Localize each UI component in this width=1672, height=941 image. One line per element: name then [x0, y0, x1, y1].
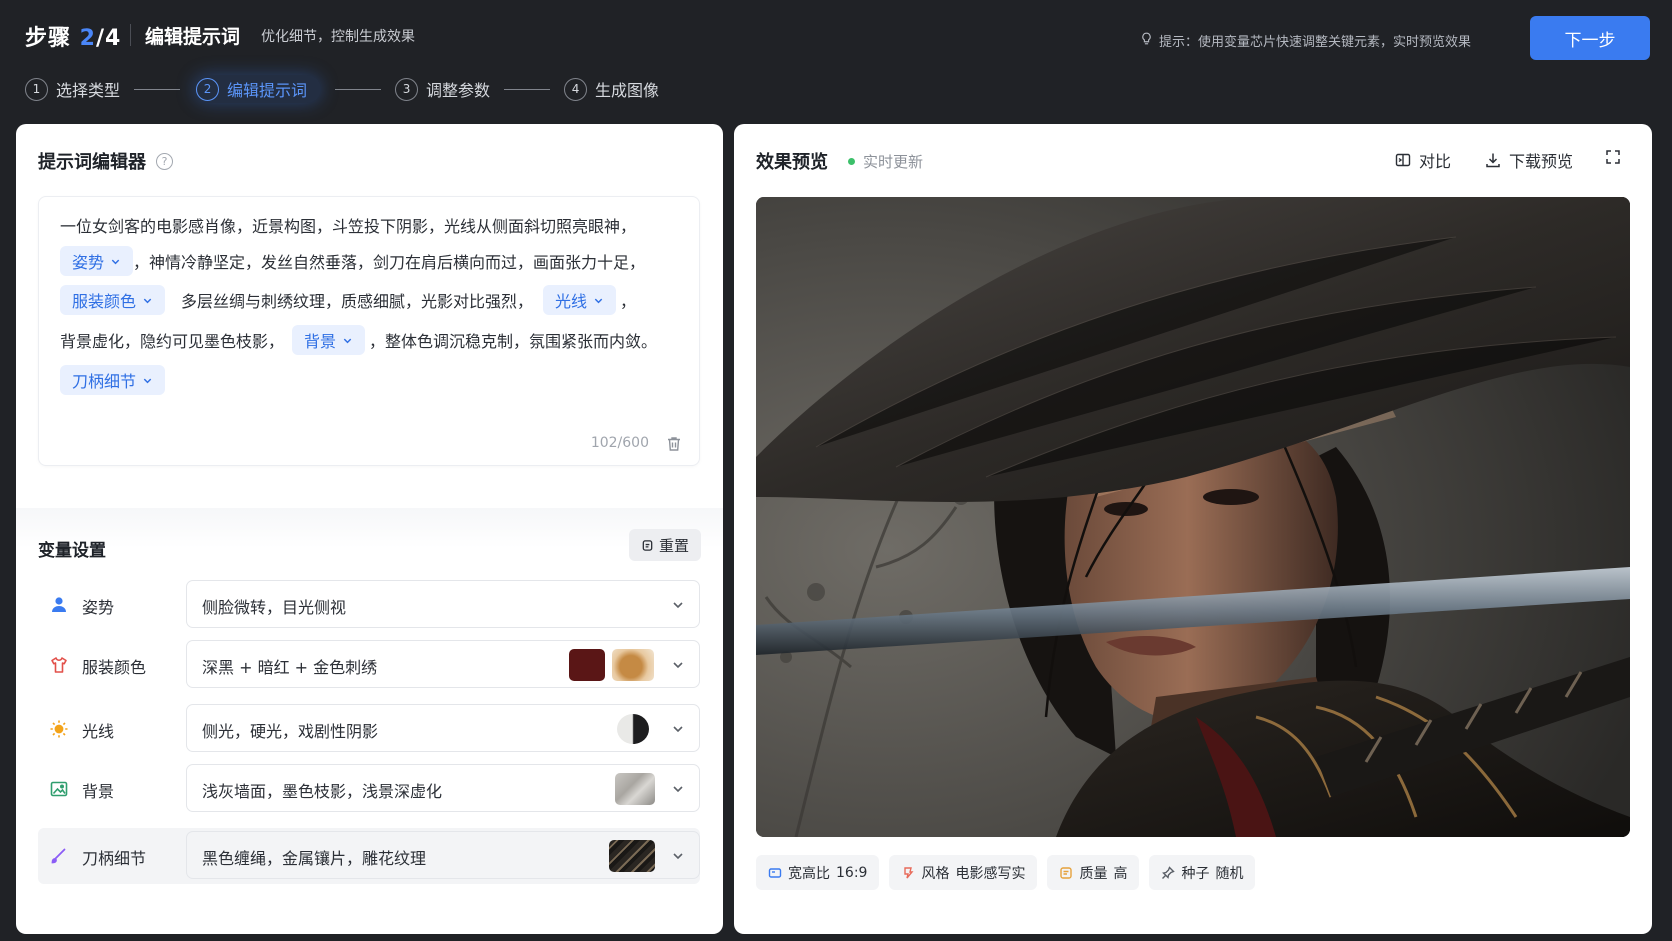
chevron-down-icon [673, 786, 683, 793]
live-status: 实时更新 [848, 151, 923, 172]
background-swatch[interactable] [615, 773, 655, 805]
variable-row-background: 背景 浅灰墙面，墨色枝影，浅景深虚化 [38, 764, 700, 814]
chip-lighting[interactable]: 光线 [543, 285, 617, 315]
step-2[interactable]: 2 编辑提示词 [194, 75, 322, 103]
chevron-down-icon [594, 298, 603, 303]
prompt-textarea[interactable]: 一位女剑客的电影感肖像，近景构图，斗笠投下阴影，光线从侧面斜切照亮眼神， 姿势 … [38, 196, 700, 466]
stepper: 1 选择类型 2 编辑提示词 3 调整参数 4 生成图像 [25, 75, 659, 103]
pose-select[interactable]: 侧脸微转，目光侧视 [186, 580, 700, 628]
step-1[interactable]: 1 选择类型 [25, 77, 120, 101]
step-connector [504, 88, 551, 90]
reset-button[interactable]: 重置 [628, 529, 701, 561]
fullscreen-button[interactable] [1604, 148, 1622, 166]
chevron-down-icon [143, 298, 152, 303]
prompt-line: 服装颜色 多层丝绸与刺绣纹理，质感细腻，光影对比强烈， 光线 ， [60, 285, 636, 315]
preview-panel: 效果预览 实时更新 对比 下载预览 宽高比 16:9 风格 电影感写实 质量 高… [734, 124, 1652, 934]
variable-row-lighting: 光线 侧光，硬光，戏剧性阴影 [38, 704, 700, 754]
lighting-select[interactable]: 侧光，硬光，戏剧性阴影 [186, 704, 700, 752]
prompt-line: 背景虚化，隐约可见墨色枝影， 背景 ，整体色调沉稳克制，氛围紧张而内敛。 [60, 325, 657, 355]
chevron-down-icon [343, 338, 352, 343]
chevron-down-icon [143, 378, 152, 383]
variable-row-pose: 姿势 侧脸微转，目光侧视 [38, 580, 700, 630]
reset-icon [642, 539, 653, 551]
chip-hilt-detail[interactable]: 刀柄细节 [60, 365, 166, 395]
variable-row-outfit-color: 服装颜色 深黑 + 暗红 + 金色刺绣 [38, 640, 700, 690]
page-subtitle: 优化细节，控制生成效果 [261, 29, 415, 45]
chip-background[interactable]: 背景 [292, 325, 366, 355]
shirt-icon [48, 654, 70, 676]
hint-text: 提示：使用变量芯片快速调整关键元素，实时预览效果 [1140, 31, 1471, 50]
chevron-down-icon [111, 259, 120, 264]
preview-image[interactable] [756, 197, 1630, 837]
image-icon [48, 778, 70, 800]
help-icon[interactable]: ? [156, 152, 173, 170]
step-connector [134, 88, 181, 90]
prompt-line: 一位女剑客的电影感肖像，近景构图，斗笠投下阴影，光线从侧面斜切照亮眼神， [60, 217, 637, 236]
chevron-down-icon [673, 662, 683, 669]
aspect-ratio-icon [768, 867, 782, 878]
light-contrast-swatch[interactable] [617, 714, 649, 744]
preview-title: 效果预览 [756, 152, 828, 173]
variables-title: 变量设置 [38, 541, 106, 561]
background-select[interactable]: 浅灰墙面，墨色枝影，浅景深虚化 [186, 764, 700, 812]
brush-icon [48, 845, 70, 867]
compare-button[interactable]: 对比 [1394, 148, 1451, 172]
variable-row-hilt-detail: 刀柄细节 黑色缠绳，金属镶片，雕花纹理 [38, 828, 700, 884]
download-preview-button[interactable]: 下载预览 [1484, 148, 1573, 172]
hilt-detail-select[interactable]: 黑色缠绳，金属镶片，雕花纹理 [186, 831, 700, 879]
chevron-down-icon [673, 602, 683, 609]
seed-chip[interactable]: 种子 随机 [1149, 855, 1256, 890]
char-counter: 102/600 [590, 435, 649, 451]
aspect-ratio-chip[interactable]: 宽高比 16:9 [756, 855, 880, 890]
lightbulb-icon [1140, 32, 1153, 49]
gold-embroidery-swatch[interactable] [612, 649, 654, 681]
dark-red-swatch[interactable] [569, 649, 605, 681]
prompt-editor-title: 提示词编辑器 ? [38, 148, 173, 174]
swordswoman-portrait [756, 197, 1630, 837]
prompt-line: 姿势 ，神情冷静坚定，发丝自然垂落，剑刀在肩后横向而过，画面张力十足， [60, 246, 645, 276]
trash-icon[interactable] [665, 435, 683, 453]
person-icon [48, 594, 70, 616]
page-title: 编辑提示词 [145, 26, 241, 48]
chevron-down-icon [673, 726, 683, 733]
chevron-down-icon [673, 853, 683, 860]
hilt-swatch[interactable] [609, 840, 655, 872]
next-step-button[interactable]: 下一步 [1530, 16, 1650, 60]
step-indicator: 步骤 2/4 [25, 26, 122, 51]
prompt-line: 刀柄细节 [60, 365, 166, 395]
quality-icon [1060, 866, 1073, 879]
chip-pose[interactable]: 姿势 [60, 246, 134, 276]
chip-outfit-color[interactable]: 服装颜色 [60, 285, 166, 315]
generation-meta: 宽高比 16:9 风格 电影感写实 质量 高 种子 随机 [756, 855, 1256, 890]
status-dot [848, 158, 855, 165]
quality-chip[interactable]: 质量 高 [1047, 855, 1140, 890]
top-bar: 步骤 2/4 编辑提示词 优化细节，控制生成效果 提示：使用变量芯片快速调整关键… [0, 0, 1672, 118]
style-chip[interactable]: 风格 电影感写实 [889, 855, 1038, 890]
step-3[interactable]: 3 调整参数 [395, 77, 490, 101]
pin-icon [1162, 865, 1176, 879]
prompt-editor-panel: 提示词编辑器 ? 一位女剑客的电影感肖像，近景构图，斗笠投下阴影，光线从侧面斜切… [16, 124, 723, 508]
divider [130, 24, 131, 46]
step-4[interactable]: 4 生成图像 [564, 77, 659, 101]
step-connector [335, 88, 382, 90]
expand-icon [1606, 150, 1620, 164]
sun-icon [48, 718, 70, 740]
style-icon [904, 866, 914, 878]
download-icon [1486, 153, 1500, 168]
compare-icon [1395, 153, 1411, 167]
outfit-color-select[interactable]: 深黑 + 暗红 + 金色刺绣 [186, 640, 700, 688]
variables-panel: 变量设置 重置 姿势 侧脸微转，目光侧视 服装颜色 深黑 + 暗红 + 金色刺绣 [16, 508, 723, 934]
